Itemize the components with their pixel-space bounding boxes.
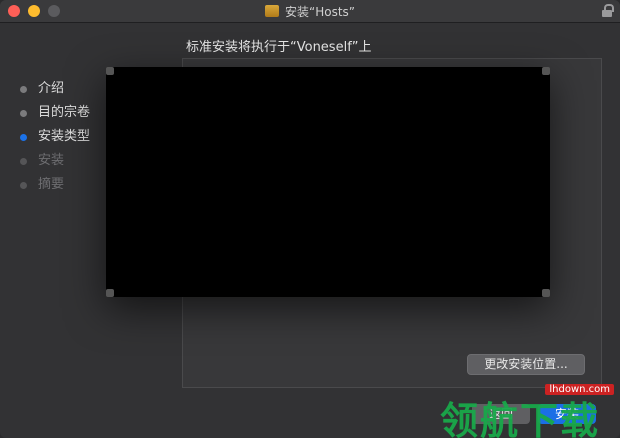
title-bar: 安装“Hosts” — [0, 0, 620, 23]
watermark: lhdown.com 领航下载 — [440, 382, 620, 438]
step-dot-icon — [20, 158, 27, 165]
step-dot-icon — [20, 86, 27, 93]
black-overlay — [106, 67, 550, 297]
step-install-type: 安装类型 — [20, 128, 90, 152]
step-dot-icon — [20, 182, 27, 189]
install-heading: 标准安装将执行于“Voneself”上 — [186, 40, 372, 55]
step-introduction: 介绍 — [20, 80, 90, 104]
step-label: 介绍 — [38, 81, 65, 96]
step-dot-icon — [20, 134, 27, 141]
step-dot-icon — [20, 110, 27, 117]
window-title: 安装“Hosts” — [284, 5, 355, 19]
lock-icon — [602, 4, 614, 17]
change-location-button[interactable]: 更改安装位置... — [467, 354, 585, 375]
step-label: 摘要 — [38, 177, 65, 192]
step-summary: 摘要 — [20, 176, 90, 200]
package-icon — [264, 5, 279, 17]
watermark-brand: 领航下载 — [440, 399, 601, 438]
step-label: 安装 — [38, 153, 65, 168]
window-title-area: 安装“Hosts” — [0, 3, 620, 20]
installer-window: 安装“Hosts” 标准安装将执行于“Voneself”上 介绍 目的宗卷 安装… — [0, 0, 620, 438]
step-installation: 安装 — [20, 152, 90, 176]
step-destination: 目的宗卷 — [20, 104, 90, 128]
step-label: 安装类型 — [38, 129, 91, 144]
step-label: 目的宗卷 — [38, 105, 91, 120]
step-list: 介绍 目的宗卷 安装类型 安装 摘要 — [20, 80, 90, 200]
